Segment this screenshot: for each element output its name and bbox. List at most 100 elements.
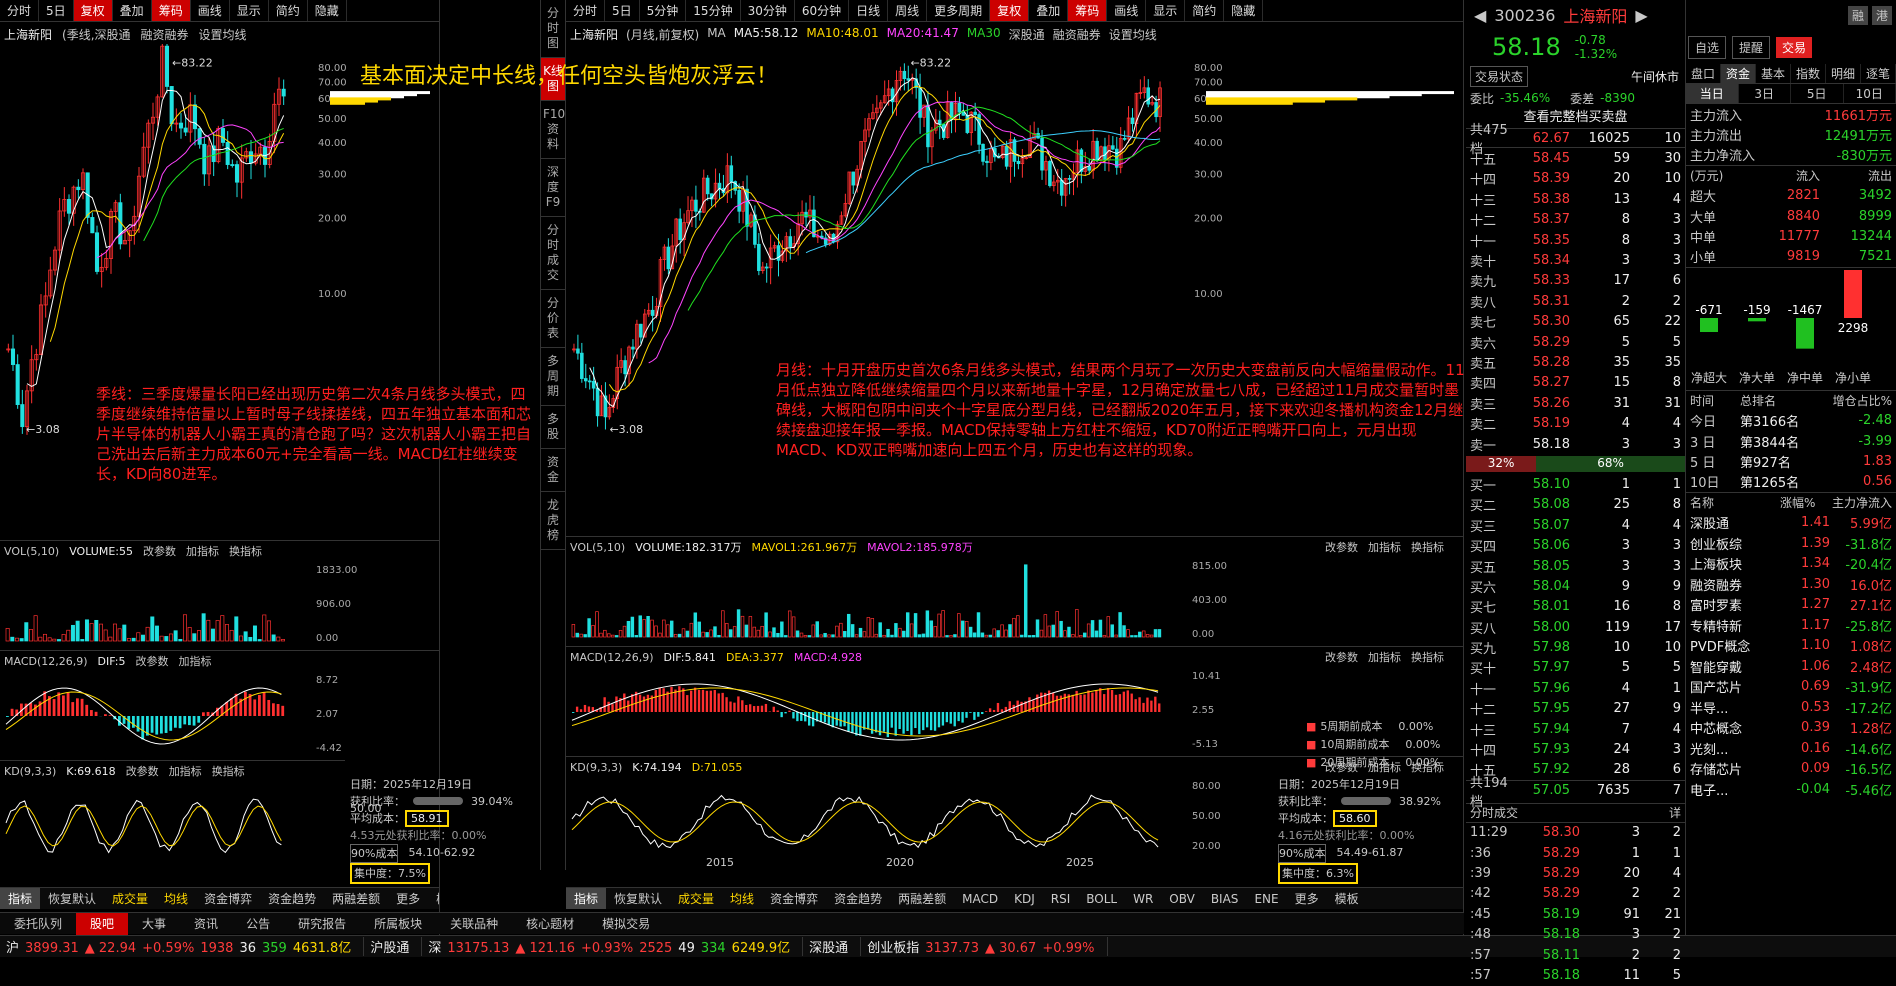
toolbar-btn-1[interactable]: 分时 bbox=[0, 0, 39, 22]
funds-tab-5[interactable]: 明细 bbox=[1826, 64, 1861, 83]
toolbar-btn-7[interactable]: 显示 bbox=[230, 0, 269, 22]
panel-btn-1[interactable]: 改参数 bbox=[126, 763, 159, 779]
info-tab-5[interactable]: 公告 bbox=[232, 913, 284, 935]
sector-row[interactable]: 智能穿戴1.062.48亿 bbox=[1686, 656, 1896, 677]
sector-row[interactable]: 深股通1.415.99亿 bbox=[1686, 512, 1896, 533]
side-tab-3[interactable]: F10资料 bbox=[541, 101, 565, 159]
sector-name[interactable]: 电子... bbox=[1690, 780, 1780, 799]
ma-setting[interactable]: 设置均线 bbox=[199, 26, 247, 43]
side-tab-5[interactable]: 分时成交 bbox=[541, 217, 565, 290]
toolbar-btn-7[interactable]: 日线 bbox=[849, 0, 888, 22]
indicator-tab-10[interactable]: RSI bbox=[1043, 888, 1079, 910]
toolbar-btn-5[interactable]: 30分钟 bbox=[741, 0, 795, 22]
sector-name[interactable]: 国产芯片 bbox=[1690, 677, 1780, 696]
sector-name[interactable]: 深股通 bbox=[1690, 513, 1780, 532]
indicator-tab-5[interactable]: 资金博弈 bbox=[762, 888, 826, 910]
info-tab-6[interactable]: 研究报告 bbox=[284, 913, 360, 935]
indicator-tab-11[interactable]: BOLL bbox=[1078, 888, 1125, 910]
sector-row[interactable]: PVDF概念1.101.08亿 bbox=[1686, 635, 1896, 656]
info-tab-7[interactable]: 所属板块 bbox=[360, 913, 436, 935]
funds-subtab-3[interactable]: 5日 bbox=[1791, 84, 1844, 103]
info-tab-1[interactable]: 委托队列 bbox=[0, 913, 76, 935]
indicator-tab-3[interactable]: 成交量 bbox=[670, 888, 722, 910]
indicator-tab-13[interactable]: OBV bbox=[1161, 888, 1203, 910]
sector-row[interactable]: 光刻...0.16-14.6亿 bbox=[1686, 738, 1896, 759]
panel-btn-1[interactable]: 改参数 bbox=[1325, 649, 1358, 665]
sector-row[interactable]: 存储芯片0.09-16.5亿 bbox=[1686, 758, 1896, 779]
toolbar-btn-9[interactable]: 更多周期 bbox=[927, 0, 990, 22]
sector-name[interactable]: 富时罗素 bbox=[1690, 595, 1780, 614]
toolbar-btn-3[interactable]: 复权 bbox=[74, 0, 113, 22]
funds-tab-4[interactable]: 指数 bbox=[1791, 64, 1826, 83]
chip-cost-pct[interactable]: 90%成本 bbox=[350, 844, 398, 863]
toolbar-btn-9[interactable]: 隐藏 bbox=[308, 0, 347, 22]
index-3[interactable]: 深13175.13▲ 121.16+0.93%2525493346249.9亿 bbox=[422, 937, 803, 956]
indicator-tab-9[interactable]: KDJ bbox=[1006, 888, 1043, 910]
funds-tab-6[interactable]: 逐笔 bbox=[1861, 64, 1896, 83]
indicator-tab-4[interactable]: 均线 bbox=[722, 888, 762, 910]
panel-btn-2[interactable]: 加指标 bbox=[1368, 649, 1401, 665]
prev-stock-icon[interactable]: ◀ bbox=[1474, 6, 1486, 25]
info-tab-10[interactable]: 模拟交易 bbox=[588, 913, 664, 935]
indicator-tab-3[interactable]: 成交量 bbox=[104, 888, 156, 910]
sector-name[interactable]: PVDF概念 bbox=[1690, 636, 1780, 655]
indicator-tab-6[interactable]: 资金趋势 bbox=[260, 888, 324, 910]
sector-row[interactable]: 半导...0.53-17.2亿 bbox=[1686, 697, 1896, 718]
info-tab-2[interactable]: 股吧 bbox=[76, 913, 128, 935]
toolbar-btn-4[interactable]: 15分钟 bbox=[686, 0, 740, 22]
panel-btn-1[interactable]: 改参数 bbox=[135, 653, 168, 669]
toolbar-btn-6[interactable]: 画线 bbox=[191, 0, 230, 22]
sector-name[interactable]: 智能穿戴 bbox=[1690, 657, 1780, 676]
index-1[interactable]: 沪3899.31▲ 22.94+0.59%1938363594631.8亿 bbox=[0, 937, 364, 956]
sector-row[interactable]: 国产芯片0.69-31.9亿 bbox=[1686, 676, 1896, 697]
panel-btn-1[interactable]: 改参数 bbox=[143, 543, 176, 559]
trade-button[interactable]: 交易 bbox=[1776, 37, 1812, 58]
sector-name[interactable]: 上海板块 bbox=[1690, 554, 1780, 573]
alert-button[interactable]: 提醒 bbox=[1732, 36, 1770, 59]
info-tab-4[interactable]: 资讯 bbox=[180, 913, 232, 935]
indicator-tab-1[interactable]: 指标 bbox=[566, 888, 606, 910]
indicator-tab-12[interactable]: WR bbox=[1125, 888, 1161, 910]
sector-row[interactable]: 富时罗素1.2727.1亿 bbox=[1686, 594, 1896, 615]
index-2[interactable]: 沪股通 bbox=[364, 937, 422, 956]
indicator-tab-2[interactable]: 恢复默认 bbox=[40, 888, 104, 910]
indicator-tab-16[interactable]: 更多 bbox=[1287, 888, 1327, 910]
sector-name[interactable]: 半导... bbox=[1690, 698, 1780, 717]
sector-row[interactable]: 创业板综1.39-31.8亿 bbox=[1686, 533, 1896, 554]
funds-tab-1[interactable]: 盘口 bbox=[1686, 64, 1721, 83]
sector-row[interactable]: 电子...-0.04-5.46亿 bbox=[1686, 779, 1896, 800]
sector-name[interactable]: 存储芯片 bbox=[1690, 759, 1780, 778]
side-tab-8[interactable]: 多股 bbox=[541, 406, 565, 449]
indicator-tab-4[interactable]: 均线 bbox=[156, 888, 196, 910]
indicator-tab-1[interactable]: 指标 bbox=[0, 888, 40, 910]
indicator-tab-8[interactable]: 更多 bbox=[388, 888, 428, 910]
indicator-tab-17[interactable]: 模板 bbox=[1327, 888, 1367, 910]
indicator-tab-2[interactable]: 恢复默认 bbox=[606, 888, 670, 910]
toolbar-btn-12[interactable]: 筹码 bbox=[1068, 0, 1107, 22]
sector-name[interactable]: 创业板综 bbox=[1690, 534, 1780, 553]
funds-tab-2[interactable]: 资金 bbox=[1721, 64, 1756, 83]
panel-btn-1[interactable]: 改参数 bbox=[1325, 539, 1358, 555]
toolbar-btn-15[interactable]: 简约 bbox=[1185, 0, 1224, 22]
toolbar-btn-14[interactable]: 显示 bbox=[1146, 0, 1185, 22]
toolbar-btn-3[interactable]: 5分钟 bbox=[640, 0, 687, 22]
toolbar-btn-16[interactable]: 隐藏 bbox=[1224, 0, 1263, 22]
toolbar-btn-2[interactable]: 5日 bbox=[605, 0, 640, 22]
indicator-tab-15[interactable]: ENE bbox=[1246, 888, 1286, 910]
funds-subtab-1[interactable]: 当日 bbox=[1686, 84, 1739, 103]
panel-btn-2[interactable]: 加指标 bbox=[169, 763, 202, 779]
toolbar-btn-8[interactable]: 简约 bbox=[269, 0, 308, 22]
info-tab-9[interactable]: 核心题材 bbox=[512, 913, 588, 935]
next-stock-icon[interactable]: ▶ bbox=[1635, 6, 1647, 25]
indicator-tab-9[interactable]: 模板 bbox=[428, 888, 439, 910]
panel-btn-3[interactable]: 换指标 bbox=[229, 543, 262, 559]
side-tab-4[interactable]: 深度F9 bbox=[541, 159, 565, 217]
funds-subtab-4[interactable]: 10日 bbox=[1844, 84, 1896, 103]
sector-row[interactable]: 上海板块1.34-20.4亿 bbox=[1686, 553, 1896, 574]
sector-name[interactable]: 中芯概念 bbox=[1690, 718, 1780, 737]
panel-btn-3[interactable]: 换指标 bbox=[1411, 539, 1444, 555]
side-tab-6[interactable]: 分价表 bbox=[541, 290, 565, 348]
sector-name[interactable]: 融资融券 bbox=[1690, 575, 1780, 594]
toolbar-btn-10[interactable]: 复权 bbox=[990, 0, 1029, 22]
panel-btn-2[interactable]: 加指标 bbox=[1368, 539, 1401, 555]
